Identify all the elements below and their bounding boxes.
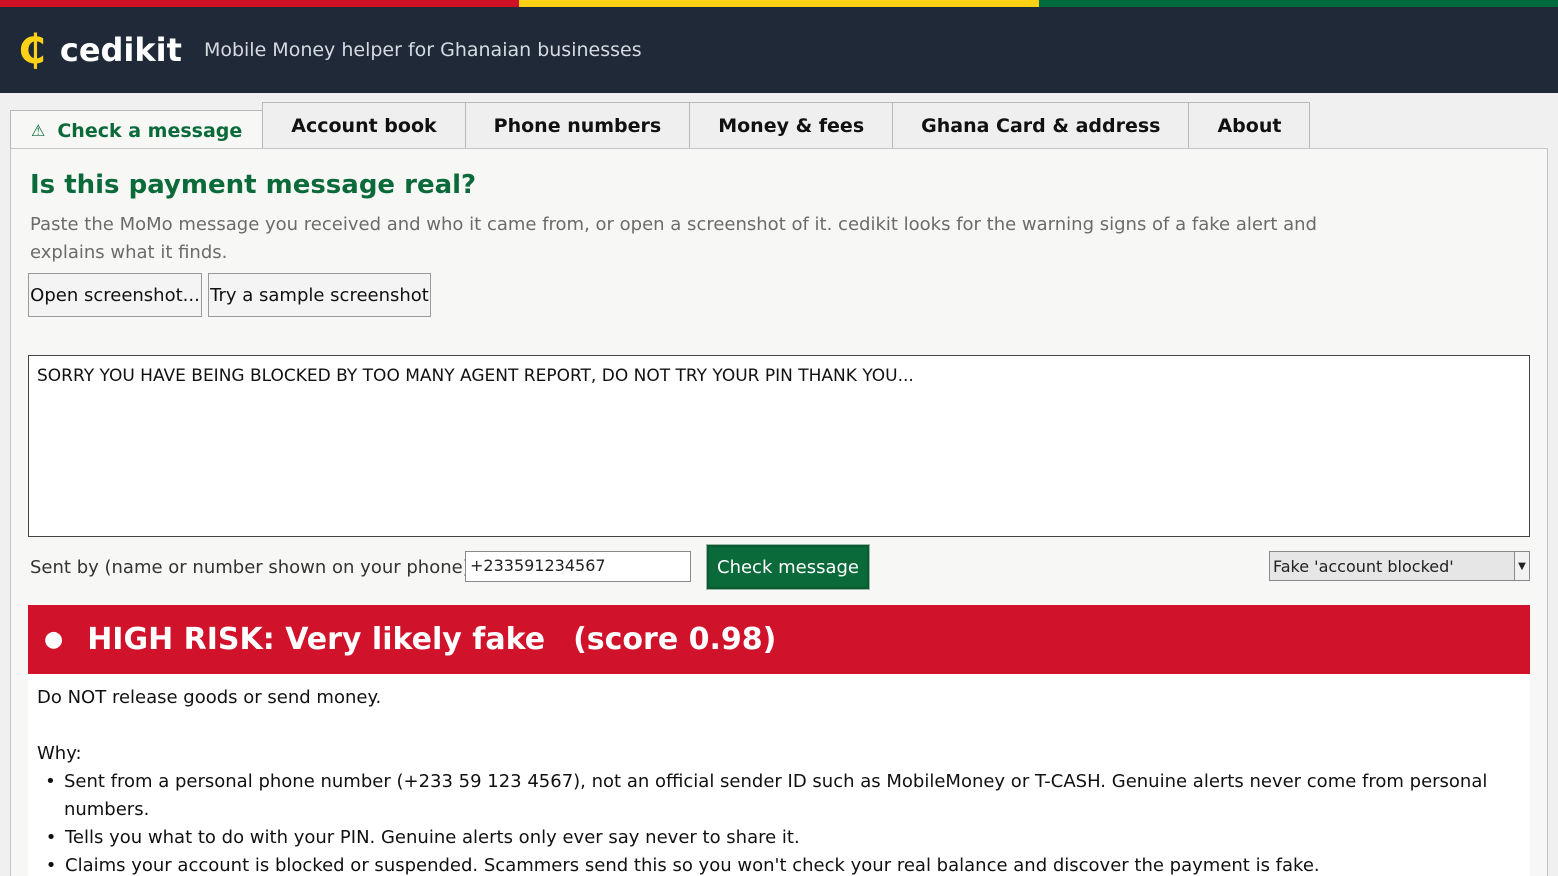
- open-screenshot-button[interactable]: Open screenshot...: [28, 273, 202, 317]
- check-message-button[interactable]: Check message: [706, 544, 870, 590]
- page-title: Is this payment message real?: [30, 170, 477, 200]
- reason-item: • Sent from a personal phone number (+23…: [37, 768, 1521, 824]
- flag-red-stripe: [0, 0, 520, 7]
- app-header: ₵ cedikit Mobile Money helper for Ghanai…: [0, 7, 1558, 93]
- bullet-icon: •: [45, 827, 57, 848]
- tab-label: About: [1217, 115, 1282, 137]
- flag-green-stripe: [1038, 0, 1558, 7]
- sender-input[interactable]: +233591234567: [465, 551, 691, 582]
- sample-message-select[interactable]: Fake 'account blocked' ▼: [1269, 551, 1530, 581]
- tab-account-book[interactable]: Account book: [262, 102, 466, 149]
- tab-label: Account book: [291, 115, 437, 137]
- message-textarea[interactable]: SORRY YOU HAVE BEING BLOCKED BY TOO MANY…: [28, 355, 1530, 537]
- risk-banner: ● HIGH RISK: Very likely fake (score 0.9…: [28, 605, 1530, 674]
- risk-score: (score 0.98): [573, 622, 777, 657]
- tab-label: Ghana Card & address: [921, 115, 1161, 137]
- bullet-icon: •: [45, 771, 56, 792]
- tab-bar: ⚠ Check a message Account book Phone num…: [10, 101, 1311, 150]
- sample-select-value: Fake 'account blocked': [1273, 556, 1454, 576]
- risk-dot-icon: ●: [44, 627, 64, 652]
- bullet-icon: •: [45, 855, 57, 876]
- intro-text: Paste the MoMo message you received and …: [30, 214, 1317, 263]
- sample-screenshot-button[interactable]: Try a sample screenshot: [208, 273, 431, 317]
- tab-label: Phone numbers: [493, 115, 662, 137]
- tab-about[interactable]: About: [1188, 102, 1311, 149]
- reason-text: Tells you what to do with your PIN. Genu…: [65, 827, 800, 848]
- tab-phone-numbers[interactable]: Phone numbers: [464, 102, 691, 149]
- tab-ghana-card-address[interactable]: Ghana Card & address: [892, 102, 1190, 149]
- tab-money-fees[interactable]: Money & fees: [689, 102, 894, 149]
- flag-gold-stripe: [519, 0, 1039, 7]
- why-label: Why:: [37, 743, 82, 764]
- dropdown-arrow-icon[interactable]: ▼: [1514, 552, 1529, 580]
- sender-label: Sent by (name or number shown on your ph…: [30, 557, 476, 578]
- risk-label: HIGH RISK: Very likely fake: [87, 622, 546, 657]
- app-tagline: Mobile Money helper for Ghanaian busines…: [203, 39, 642, 61]
- ghana-flag-stripe: [0, 0, 1558, 7]
- tab-label: Money & fees: [718, 115, 865, 137]
- reason-item: • Tells you what to do with your PIN. Ge…: [37, 824, 1521, 852]
- reason-text: Sent from a personal phone number (+233 …: [63, 771, 1488, 820]
- tab-check-message[interactable]: ⚠ Check a message: [10, 110, 264, 150]
- result-explanation: Do NOT release goods or send money. Why:…: [28, 674, 1530, 876]
- warning-icon: ⚠: [31, 121, 46, 140]
- reason-text: Claims your account is blocked or suspen…: [65, 855, 1320, 876]
- advice-text: Do NOT release goods or send money.: [37, 687, 382, 708]
- app-name: cedikit: [59, 31, 182, 69]
- tab-label: Check a message: [57, 119, 243, 142]
- reason-item: • Claims your account is blocked or susp…: [37, 852, 1521, 876]
- cedi-logo-icon: ₵: [18, 27, 46, 73]
